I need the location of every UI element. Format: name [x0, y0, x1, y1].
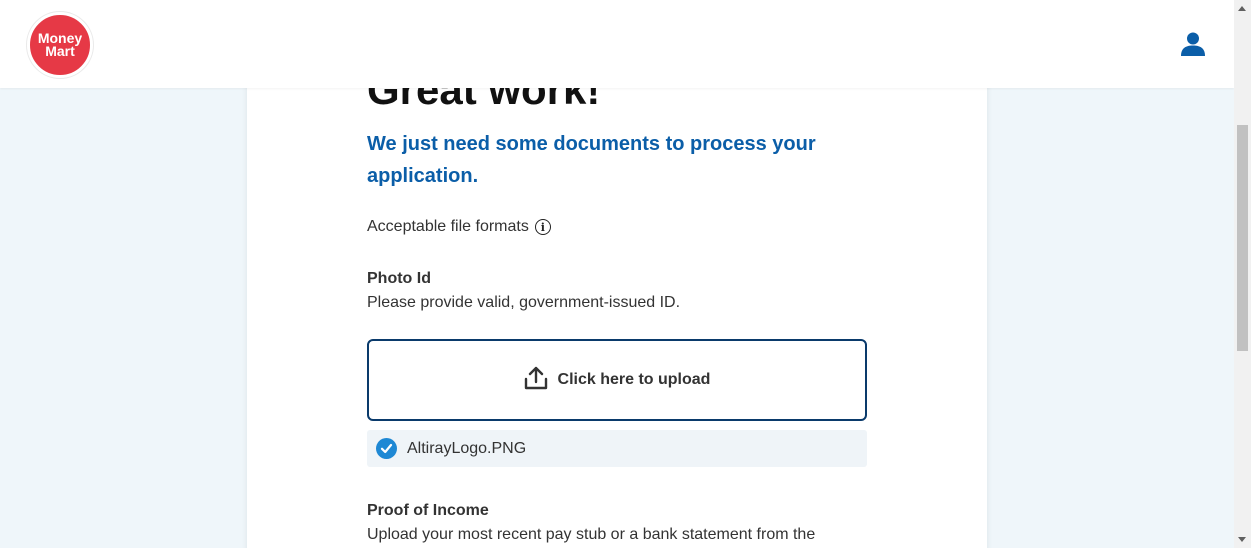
photo-id-description: Please provide valid, government-issued … — [367, 294, 681, 311]
upload-icon — [524, 365, 548, 396]
info-icon[interactable]: i — [534, 219, 551, 235]
scroll-down-arrow-icon[interactable] — [1238, 537, 1246, 542]
user-account-icon[interactable] — [1180, 31, 1206, 62]
money-mart-logo[interactable]: Money Mart — [27, 12, 93, 78]
scrollbar-thumb[interactable] — [1237, 125, 1248, 351]
proof-of-income-title: Proof of Income — [367, 502, 489, 519]
site-header: Money Mart — [0, 0, 1234, 88]
page-viewport: Great work! We just need some documents … — [0, 0, 1234, 548]
proof-of-income-description: Upload your most recent pay stub or a ba… — [367, 526, 816, 543]
file-formats-label: Acceptable file formats — [367, 218, 529, 235]
vertical-scrollbar[interactable] — [1234, 0, 1251, 548]
checkmark-icon — [376, 438, 397, 459]
uploaded-file-name: AltirayLogo.PNG — [407, 439, 527, 457]
upload-label: Click here to upload — [557, 371, 711, 388]
uploaded-file-item: AltirayLogo.PNG — [367, 430, 867, 467]
logo-text-mart: Mart — [45, 43, 75, 59]
photo-id-title: Photo Id — [367, 270, 431, 287]
file-formats-row: Acceptable file formats i — [367, 218, 551, 236]
photo-id-upload-button[interactable]: Click here to upload — [367, 339, 867, 421]
scroll-up-arrow-icon[interactable] — [1238, 6, 1246, 11]
page-subtitle: We just need some documents to process y… — [367, 133, 816, 187]
